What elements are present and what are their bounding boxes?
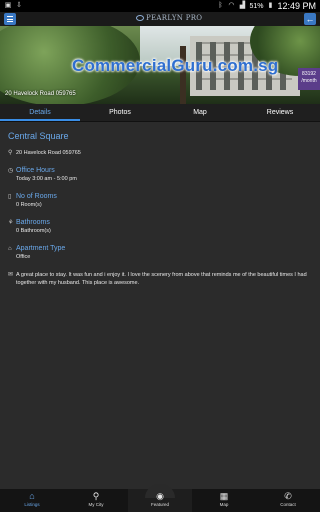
nav-label: Featured	[150, 502, 169, 507]
clock-icon: ◷	[8, 168, 14, 174]
battery-icon: ▮	[268, 2, 273, 9]
nav-my-city[interactable]: ⚲ My City	[64, 489, 128, 512]
address-row: ⚲ 20 Havelock Road 059765	[8, 149, 312, 157]
price-period: /month	[301, 78, 317, 84]
nav-label: My City	[88, 502, 104, 507]
back-button[interactable]: ←	[304, 13, 316, 25]
apartment-type-label: Apartment Type	[16, 245, 66, 252]
rooms-row: ▯ No of Rooms 0 Room(s)	[8, 193, 312, 209]
tab-map[interactable]: Map	[160, 104, 240, 121]
nav-label: Listings	[24, 502, 40, 507]
nav-featured[interactable]: ◉ Featured	[128, 484, 192, 512]
status-bar: ▣ ⇩ ᛒ ◠ ▟ 51% ▮ 12:49 PM	[0, 0, 320, 12]
watermark: CommercialGuru.com.sg	[72, 56, 279, 75]
apartment-type-row: ⌂ Apartment Type Office	[8, 245, 312, 261]
price-badge: 83192 /month	[298, 68, 320, 90]
nav-map[interactable]: ▦ Map	[192, 489, 256, 512]
nav-label: Contact	[280, 502, 296, 507]
rooms-label: No of Rooms	[16, 193, 57, 200]
description-text: A great place to stay. It was fun and i …	[16, 272, 307, 286]
apartment-type-value: Office	[16, 254, 31, 260]
map-icon: ▦	[219, 491, 229, 501]
nav-contact[interactable]: ✆ Contact	[256, 489, 320, 512]
app-logo: PEARLYN PRO	[136, 14, 202, 22]
tab-details[interactable]: Details	[0, 104, 80, 121]
door-icon: ▯	[8, 194, 12, 200]
nav-label: Map	[219, 502, 229, 507]
location-pin-icon: ⚲	[92, 491, 100, 501]
tab-bar: Details Photos Map Reviews	[0, 104, 320, 122]
wifi-icon: ◠	[228, 2, 235, 9]
nav-listings[interactable]: ⌂ Listings	[0, 489, 64, 512]
notification-icon: ▣	[4, 2, 12, 9]
description-row: ✉ A great place to stay. It was fun and …	[8, 271, 312, 287]
shower-icon: ⚘	[8, 220, 14, 226]
bathrooms-row: ⚘ Bathrooms 0 Bathroom(s)	[8, 219, 312, 235]
arrow-left-icon: ←	[305, 14, 315, 24]
clock: 12:49 PM	[277, 1, 316, 11]
bluetooth-icon: ᛒ	[218, 2, 223, 9]
speech-bubble-icon: ✉	[8, 272, 14, 278]
address-value: 20 Havelock Road 059765	[16, 150, 81, 156]
tab-photos[interactable]: Photos	[80, 104, 160, 121]
menu-button[interactable]	[4, 13, 16, 25]
office-hours-label: Office Hours	[16, 167, 55, 174]
bathrooms-value: 0 Bathroom(s)	[16, 228, 51, 234]
tab-reviews[interactable]: Reviews	[240, 104, 320, 121]
rooms-value: 0 Room(s)	[16, 202, 42, 208]
app-bar: PEARLYN PRO ←	[0, 12, 320, 26]
logo-mark-icon	[136, 15, 144, 21]
eye-icon: ◉	[156, 491, 164, 501]
phone-icon: ✆	[284, 491, 292, 501]
office-hours-value: Today 3:00 am - 5:00 pm	[16, 176, 77, 182]
property-title: Central Square	[8, 131, 69, 141]
office-hours-row: ◷ Office Hours Today 3:00 am - 5:00 pm	[8, 167, 312, 183]
home-icon: ⌂	[8, 246, 12, 252]
battery-percent: 51%	[249, 2, 264, 10]
signal-icon: ▟	[239, 2, 246, 9]
property-hero-image[interactable]: CommercialGuru.com.sg 20 Havelock Road 0…	[0, 26, 320, 104]
download-icon: ⇩	[16, 2, 22, 9]
hero-address: 20 Havelock Road 059765	[5, 91, 76, 97]
bathrooms-label: Bathrooms	[16, 219, 50, 226]
home-icon: ⌂	[29, 491, 35, 501]
location-pin-icon: ⚲	[8, 150, 13, 156]
bottom-navigation: ⌂ Listings ⚲ My City ◉ Featured ▦ Map ✆ …	[0, 484, 320, 512]
price-value: 83192	[302, 71, 316, 77]
details-panel: Central Square ⚲ 20 Havelock Road 059765…	[0, 123, 320, 489]
